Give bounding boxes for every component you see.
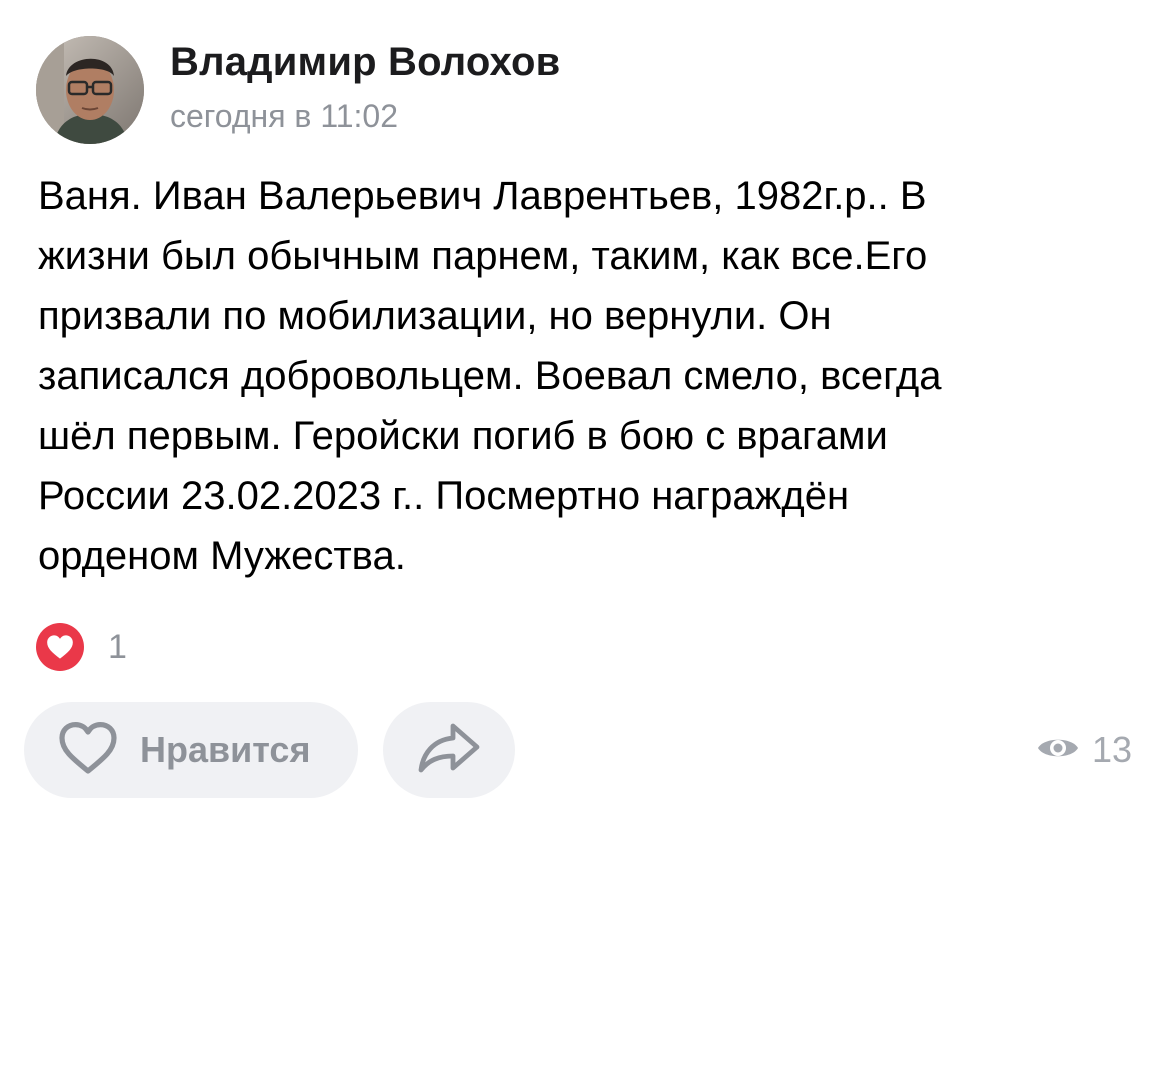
post-text-line: записался добровольцем. Воевал смело, вс… xyxy=(38,354,942,398)
reactions-summary[interactable]: 1 xyxy=(36,622,127,672)
post-text-line: жизни был обычным парнем, таким, как все… xyxy=(38,234,928,278)
post-text-line: орденом Мужества. xyxy=(38,534,406,578)
post-text-line: Ваня. Иван Валерьевич Лаврентьев, 1982г.… xyxy=(38,174,927,218)
like-button[interactable]: Нравится xyxy=(24,702,358,798)
share-icon xyxy=(417,722,481,779)
post-text: Ваня. Иван Валерьевич Лаврентьев, 1982г.… xyxy=(38,166,1138,586)
post-text-line: шёл первым. Геройски погиб в бою с врага… xyxy=(38,414,888,458)
author-name[interactable]: Владимир Волохов xyxy=(170,40,560,85)
reaction-count: 1 xyxy=(108,627,127,666)
like-button-label: Нравится xyxy=(140,729,311,770)
post-timestamp[interactable]: сегодня в 11:02 xyxy=(170,98,398,135)
avatar-photo xyxy=(36,36,144,144)
avatar[interactable] xyxy=(36,36,144,144)
post-text-line: России 23.02.2023 г.. Посмертно награждё… xyxy=(38,474,850,518)
views-counter: 13 xyxy=(1036,722,1132,778)
post-text-line: призвали по мобилизации, но вернули. Он xyxy=(38,294,832,338)
views-count: 13 xyxy=(1091,729,1132,770)
share-button[interactable] xyxy=(383,702,515,798)
heart-icon xyxy=(36,623,84,671)
eye-icon xyxy=(1036,732,1080,769)
wall-post: Владимир Волохов сегодня в 11:02 Ваня. И… xyxy=(0,0,1170,1080)
heart-outline-icon xyxy=(58,721,118,780)
